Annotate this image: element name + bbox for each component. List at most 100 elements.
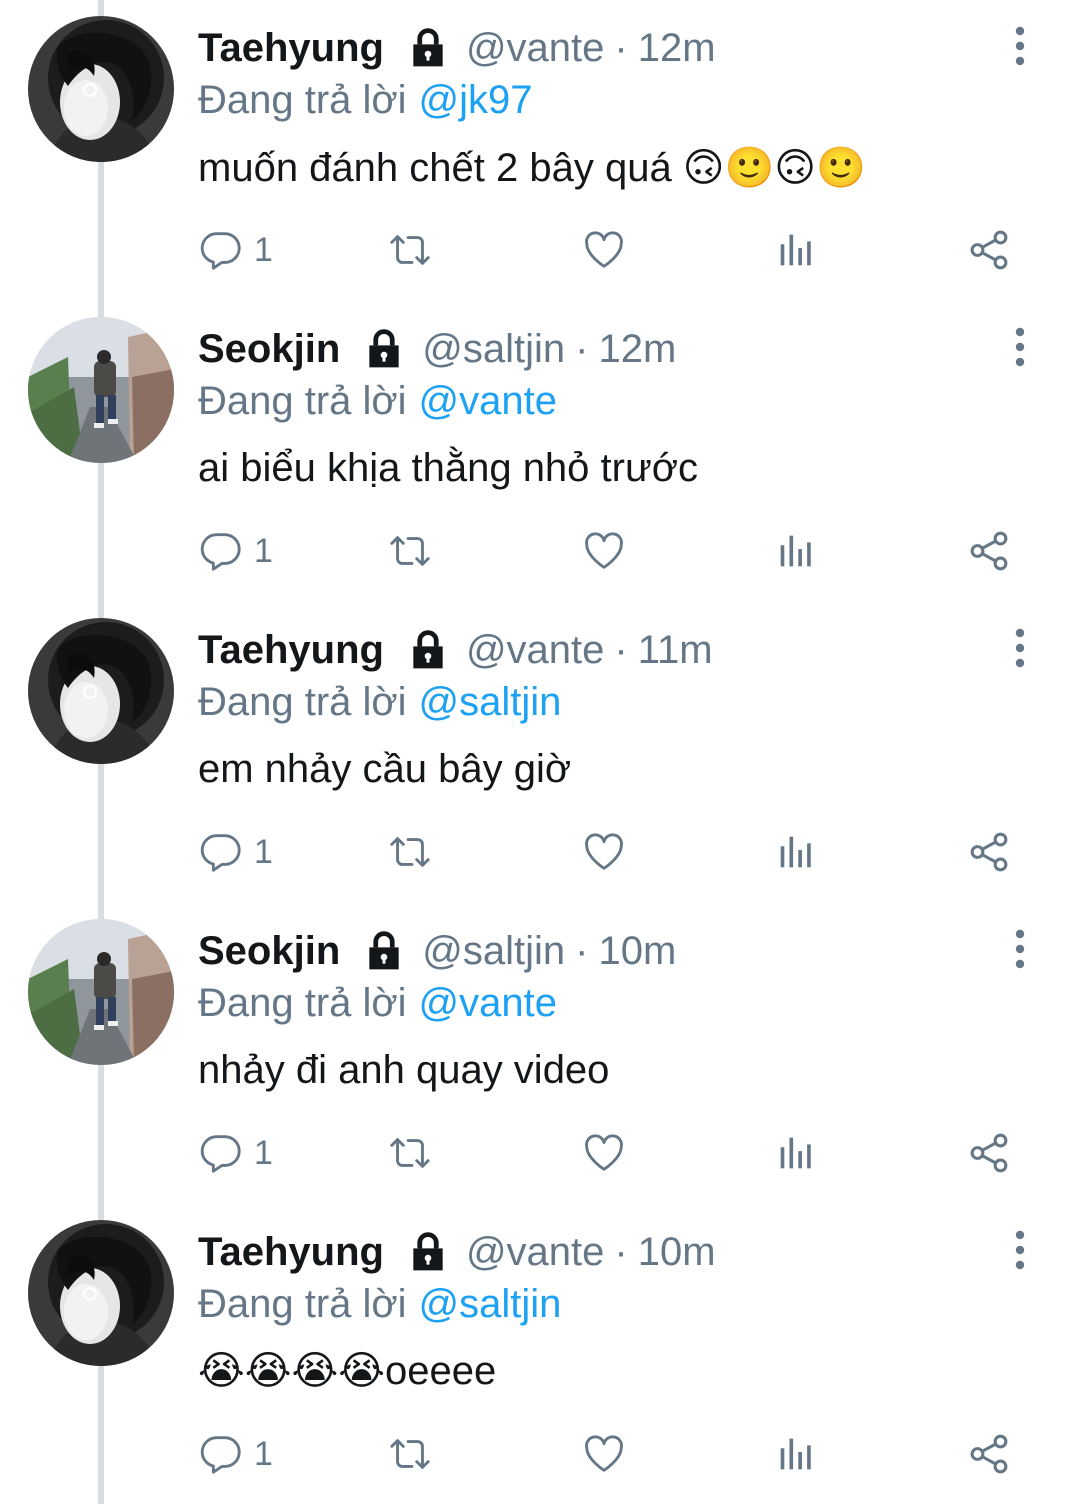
analytics-button[interactable] bbox=[773, 1125, 819, 1181]
avatar[interactable] bbox=[28, 317, 174, 463]
like-button[interactable] bbox=[581, 824, 627, 880]
replying-to-mention[interactable]: @vante bbox=[419, 981, 557, 1026]
reply-button[interactable]: 1 bbox=[198, 1125, 273, 1181]
tweet-header: Seokjin @saltjin · 10m bbox=[198, 925, 676, 977]
reply-count: 1 bbox=[254, 832, 273, 871]
display-name[interactable]: Seokjin bbox=[198, 327, 340, 372]
avatar[interactable] bbox=[28, 1220, 174, 1366]
timestamp[interactable]: 12m bbox=[598, 327, 676, 372]
share-button[interactable] bbox=[966, 824, 1012, 880]
heart-icon bbox=[581, 227, 627, 273]
like-button[interactable] bbox=[581, 1426, 627, 1482]
reply-button[interactable]: 1 bbox=[198, 523, 273, 579]
tweet-text: em nhảy cầu bây giờ bbox=[198, 746, 572, 791]
analytics-icon bbox=[773, 528, 819, 574]
share-icon bbox=[966, 829, 1012, 875]
tweet-text: muốn đánh chết 2 bây quá 🙃🙂🙃🙂 bbox=[198, 145, 866, 190]
replying-to-label: Đang trả lời bbox=[198, 679, 407, 724]
tweet[interactable]: Taehyung @vante · 10m Đang trả lời @salt… bbox=[0, 1204, 1080, 1504]
share-button[interactable] bbox=[966, 1426, 1012, 1482]
share-button[interactable] bbox=[966, 523, 1012, 579]
tweet-header: Seokjin @saltjin · 12m bbox=[198, 323, 676, 375]
analytics-button[interactable] bbox=[773, 222, 819, 278]
more-vertical-icon[interactable] bbox=[1000, 1230, 1040, 1270]
analytics-icon bbox=[773, 227, 819, 273]
timestamp[interactable]: 11m bbox=[638, 628, 713, 673]
tweet-text: 😭😭😭😭oeeee bbox=[198, 1349, 497, 1393]
reply-icon bbox=[198, 528, 244, 574]
timestamp[interactable]: 12m bbox=[638, 26, 716, 71]
replying-to-label: Đang trả lời bbox=[198, 378, 407, 423]
reply-button[interactable]: 1 bbox=[198, 824, 273, 880]
display-name[interactable]: Seokjin bbox=[198, 929, 340, 974]
display-name[interactable]: Taehyung bbox=[198, 1230, 384, 1275]
reply-icon bbox=[198, 227, 244, 273]
replying-to-line: Đang trả lời @vante bbox=[198, 979, 557, 1027]
like-button[interactable] bbox=[581, 222, 627, 278]
more-vertical-icon[interactable] bbox=[1000, 628, 1040, 668]
lock-icon bbox=[406, 1230, 450, 1274]
retweet-icon bbox=[387, 227, 433, 273]
tweet-text: ai biểu khịa thằng nhỏ trước bbox=[198, 445, 698, 490]
share-icon bbox=[966, 528, 1012, 574]
retweet-button[interactable] bbox=[387, 824, 433, 880]
share-icon bbox=[966, 227, 1012, 273]
share-button[interactable] bbox=[966, 222, 1012, 278]
analytics-button[interactable] bbox=[773, 824, 819, 880]
lock-icon bbox=[362, 327, 406, 371]
reply-thread: Taehyung @vante · 12m Đang trả lời @jk97… bbox=[0, 0, 1080, 1504]
user-handle[interactable]: @saltjin bbox=[422, 327, 565, 372]
retweet-button[interactable] bbox=[387, 222, 433, 278]
tweet-header: Taehyung @vante · 12m bbox=[198, 22, 716, 74]
more-vertical-icon[interactable] bbox=[1000, 327, 1040, 367]
avatar[interactable] bbox=[28, 618, 174, 764]
like-button[interactable] bbox=[581, 1125, 627, 1181]
more-vertical-icon[interactable] bbox=[1000, 26, 1040, 66]
timestamp[interactable]: 10m bbox=[598, 929, 676, 974]
share-button[interactable] bbox=[966, 1125, 1012, 1181]
lock-icon bbox=[362, 929, 406, 973]
lock-icon bbox=[406, 26, 450, 70]
display-name[interactable]: Taehyung bbox=[198, 26, 384, 71]
tweet[interactable]: Taehyung @vante · 12m Đang trả lời @jk97… bbox=[0, 0, 1080, 301]
retweet-button[interactable] bbox=[387, 1426, 433, 1482]
replying-to-line: Đang trả lời @vante bbox=[198, 377, 557, 425]
user-handle[interactable]: @saltjin bbox=[422, 929, 565, 974]
separator-dot: · bbox=[614, 1229, 628, 1274]
analytics-button[interactable] bbox=[773, 523, 819, 579]
retweet-button[interactable] bbox=[387, 523, 433, 579]
tweet-actions: 1 bbox=[0, 1125, 1080, 1181]
more-vertical-icon[interactable] bbox=[1000, 929, 1040, 969]
replying-to-mention[interactable]: @saltjin bbox=[419, 680, 562, 725]
retweet-icon bbox=[387, 528, 433, 574]
user-handle[interactable]: @vante bbox=[466, 1230, 604, 1275]
analytics-button[interactable] bbox=[773, 1426, 819, 1482]
timestamp[interactable]: 10m bbox=[638, 1230, 716, 1275]
retweet-button[interactable] bbox=[387, 1125, 433, 1181]
replying-to-mention[interactable]: @saltjin bbox=[419, 1282, 562, 1327]
user-handle[interactable]: @vante bbox=[466, 26, 604, 71]
like-button[interactable] bbox=[581, 523, 627, 579]
reply-button[interactable]: 1 bbox=[198, 222, 273, 278]
analytics-icon bbox=[773, 829, 819, 875]
replying-to-label: Đang trả lời bbox=[198, 77, 407, 122]
replying-to-mention[interactable]: @vante bbox=[419, 379, 557, 424]
analytics-icon bbox=[773, 1130, 819, 1176]
tweet[interactable]: Taehyung @vante · 11m Đang trả lời @salt… bbox=[0, 602, 1080, 903]
tweet-actions: 1 bbox=[0, 222, 1080, 278]
replying-to-label: Đang trả lời bbox=[198, 1281, 407, 1326]
avatar[interactable] bbox=[28, 16, 174, 162]
avatar[interactable] bbox=[28, 919, 174, 1065]
retweet-icon bbox=[387, 829, 433, 875]
retweet-icon bbox=[387, 1130, 433, 1176]
user-handle[interactable]: @vante bbox=[466, 628, 604, 673]
tweet-actions: 1 bbox=[0, 523, 1080, 579]
tweet[interactable]: Seokjin @saltjin · 10m Đang trả lời @van… bbox=[0, 903, 1080, 1204]
separator-dot: · bbox=[575, 928, 589, 973]
display-name[interactable]: Taehyung bbox=[198, 628, 384, 673]
lock-icon bbox=[406, 628, 450, 672]
tweet[interactable]: Seokjin @saltjin · 12m Đang trả lời @van… bbox=[0, 301, 1080, 602]
replying-to-mention[interactable]: @jk97 bbox=[419, 78, 533, 123]
analytics-icon bbox=[773, 1431, 819, 1477]
reply-button[interactable]: 1 bbox=[198, 1426, 273, 1482]
